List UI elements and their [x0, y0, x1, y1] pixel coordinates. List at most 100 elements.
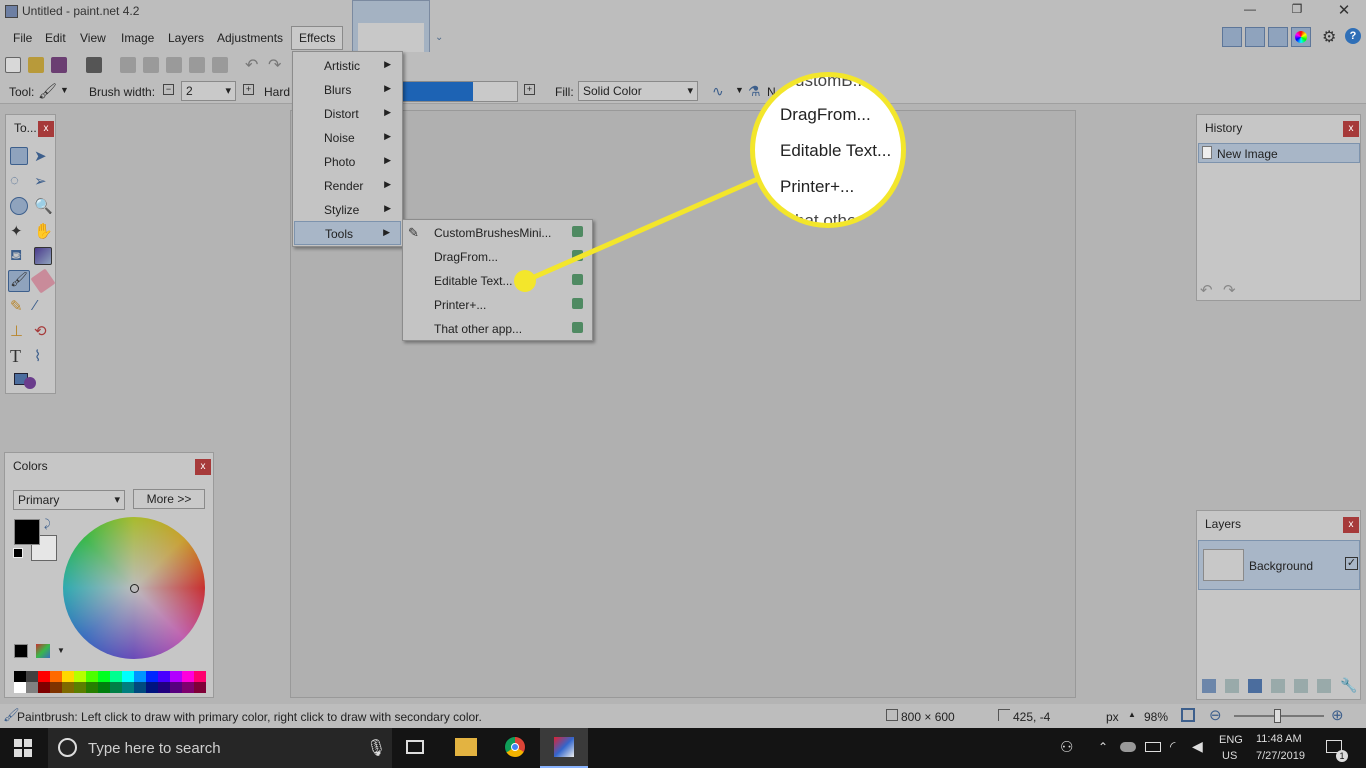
clone-stamp-icon[interactable]: ⊥ [10, 322, 28, 340]
ellipse-select-icon[interactable] [10, 197, 28, 215]
palette-swatch[interactable] [122, 671, 134, 682]
history-undo-icon[interactable]: ↶ [1200, 281, 1213, 299]
submenu-editable-text[interactable]: Editable Text... [404, 269, 591, 293]
palette-swatch[interactable] [74, 682, 86, 693]
palette-swatch[interactable] [170, 671, 182, 682]
palette-swatch[interactable] [134, 682, 146, 693]
volume-icon[interactable]: ◀ [1192, 738, 1203, 755]
image-canvas[interactable] [290, 110, 1076, 698]
fill-select[interactable]: Solid Color [578, 81, 698, 101]
add-color-icon[interactable] [14, 644, 28, 658]
search-box[interactable]: Type here to search 🎙 [48, 728, 392, 768]
pan-icon[interactable]: ✋ [34, 222, 53, 240]
more-colors-button[interactable]: More >> [133, 489, 205, 509]
palette-swatch[interactable] [182, 682, 194, 693]
effects-noise[interactable]: Noise ▶ [294, 126, 401, 150]
onedrive-icon[interactable] [1120, 742, 1136, 752]
add-layer-icon[interactable] [1202, 679, 1216, 693]
task-view-icon[interactable] [406, 740, 424, 754]
line-curve-icon[interactable]: ⌇ [34, 347, 52, 365]
blend-dropdown-arrow-icon[interactable]: ▼ [735, 85, 744, 95]
palette-swatch[interactable] [194, 682, 206, 693]
increase-hardness-button[interactable]: + [524, 84, 535, 95]
palette-swatch[interactable] [110, 682, 122, 693]
merge-layer-icon[interactable] [1271, 679, 1285, 693]
unit-dropdown-arrow-icon[interactable]: ▲ [1128, 710, 1136, 719]
color-wheel[interactable] [63, 517, 205, 659]
effects-render[interactable]: Render ▶ [294, 174, 401, 198]
redo-icon[interactable]: ↷ [268, 55, 281, 75]
submenu-drag-from[interactable]: DragFrom... [404, 245, 591, 269]
palette-swatch[interactable] [14, 671, 26, 682]
palette-swatch[interactable] [50, 671, 62, 682]
blend-mode-icon[interactable]: ∿ [712, 83, 724, 100]
pencil-icon[interactable]: ✎ [10, 297, 28, 315]
move-selection-icon[interactable]: ➤ [34, 147, 52, 165]
palette-swatch[interactable] [158, 682, 170, 693]
palette-swatch[interactable] [170, 682, 182, 693]
history-item[interactable]: New Image [1198, 143, 1360, 163]
zoom-slider[interactable] [1234, 709, 1324, 723]
effects-blurs[interactable]: Blurs ▶ [294, 78, 401, 102]
color-picker-icon[interactable]: ⁄ [34, 297, 52, 315]
unit-select[interactable]: px [1106, 710, 1119, 724]
effects-stylize[interactable]: Stylize ▶ [294, 198, 401, 222]
palette-swatch[interactable] [14, 682, 26, 693]
palette-dropdown-arrow-icon[interactable]: ▼ [57, 646, 65, 655]
palette-strip[interactable] [14, 671, 206, 693]
effects-distort[interactable]: Distort ▶ [294, 102, 401, 126]
menu-image[interactable]: Image [121, 31, 154, 45]
file-explorer-icon[interactable] [455, 738, 477, 756]
chevron-down-icon[interactable]: ⌄ [435, 32, 443, 43]
open-file-icon[interactable] [28, 57, 44, 73]
battery-icon[interactable] [1145, 742, 1161, 752]
submenu-printer-plus[interactable]: Printer+... [404, 293, 591, 317]
paint-bucket-icon[interactable]: ⛾ [10, 247, 28, 265]
effects-artistic[interactable]: Artistic ▶ [294, 54, 401, 78]
menu-file[interactable]: File [13, 31, 32, 45]
palette-swatch[interactable] [74, 671, 86, 682]
reset-colors-icon[interactable] [13, 548, 23, 558]
copy-icon[interactable] [143, 57, 159, 73]
text-icon[interactable]: T [10, 346, 28, 366]
zoom-out-icon[interactable]: ⊖ [1209, 706, 1222, 724]
lasso-select-icon[interactable]: ◌ [10, 172, 28, 190]
antialias-icon[interactable]: ⚗ [748, 83, 761, 100]
eraser-icon[interactable] [30, 268, 56, 294]
print-icon[interactable] [86, 57, 102, 73]
effects-photo[interactable]: Photo ▶ [294, 150, 401, 174]
close-button[interactable]: ✕ [1334, 1, 1354, 19]
paintnet-taskbar-button[interactable] [540, 728, 588, 768]
palette-swatch[interactable] [134, 671, 146, 682]
palette-swatch[interactable] [98, 682, 110, 693]
history-panel-close-button[interactable]: x [1343, 121, 1359, 137]
color-mode-select[interactable]: Primary [13, 490, 125, 510]
undo-icon[interactable]: ↶ [245, 55, 258, 75]
move-layer-down-icon[interactable] [1317, 679, 1331, 693]
windows-start-icon[interactable] [14, 739, 32, 757]
palette-swatch[interactable] [86, 671, 98, 682]
magic-wand-icon[interactable]: ✦ [10, 222, 28, 240]
paste-icon[interactable] [166, 57, 182, 73]
zoom-to-window-icon[interactable] [1181, 708, 1195, 722]
palette-swatch[interactable] [110, 671, 122, 682]
palette-swatch[interactable] [98, 671, 110, 682]
move-layer-up-icon[interactable] [1294, 679, 1308, 693]
wifi-icon[interactable]: ◜ [1170, 738, 1175, 755]
palette-icon[interactable] [36, 644, 50, 658]
paintbrush-icon[interactable]: 🖌 [38, 82, 57, 100]
paintbrush-tool-icon[interactable]: 🖌 [8, 270, 30, 292]
crop-icon[interactable] [189, 57, 205, 73]
palette-swatch[interactable] [122, 682, 134, 693]
submenu-custom-brushes[interactable]: CustomBrushesMini... [404, 221, 591, 245]
language-line2[interactable]: US [1222, 750, 1237, 762]
palette-swatch[interactable] [38, 671, 50, 682]
delete-layer-icon[interactable] [1225, 679, 1239, 693]
hardness-slider[interactable] [402, 81, 518, 102]
decrease-width-button[interactable]: − [163, 84, 174, 95]
palette-swatch[interactable] [146, 671, 158, 682]
clock-date[interactable]: 7/27/2019 [1256, 750, 1305, 762]
palette-swatch[interactable] [62, 682, 74, 693]
tools-window-toggle-icon[interactable] [1222, 27, 1242, 47]
new-file-icon[interactable] [5, 57, 21, 73]
